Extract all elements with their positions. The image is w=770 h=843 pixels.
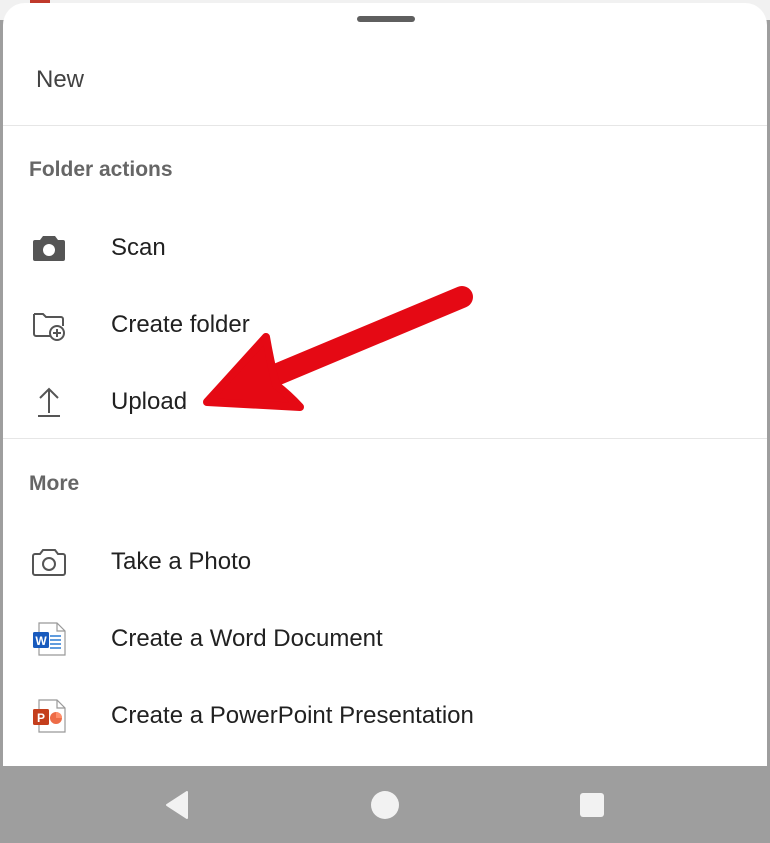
drag-handle[interactable] xyxy=(357,16,415,22)
svg-text:P: P xyxy=(37,711,45,725)
menu-item-create-folder[interactable]: Create folder xyxy=(3,289,767,361)
system-nav-bar xyxy=(0,766,770,843)
powerpoint-icon: P xyxy=(29,696,69,736)
folder-add-icon xyxy=(29,305,69,345)
menu-item-create-powerpoint[interactable]: P Create a PowerPoint Presentation xyxy=(3,680,767,752)
word-doc-icon: W xyxy=(29,619,69,659)
home-button[interactable] xyxy=(370,790,400,820)
recents-square-icon xyxy=(580,793,604,817)
sheet-title: New xyxy=(36,66,85,93)
home-circle-icon xyxy=(371,791,399,819)
menu-item-upload[interactable]: Upload xyxy=(3,366,767,438)
back-triangle-icon xyxy=(166,791,188,819)
menu-item-create-word[interactable]: W Create a Word Document xyxy=(3,603,767,675)
divider xyxy=(3,438,767,439)
menu-item-take-photo[interactable]: Take a Photo xyxy=(3,526,767,598)
camera-filled-icon xyxy=(29,228,69,268)
menu-item-label: Upload xyxy=(111,388,188,415)
menu-item-label: Scan xyxy=(111,234,166,261)
new-bottom-sheet: New Folder actions Scan Create folder Up… xyxy=(3,3,767,766)
svg-text:W: W xyxy=(35,634,47,648)
camera-outline-icon xyxy=(29,542,69,582)
back-button[interactable] xyxy=(163,790,191,820)
recents-button[interactable] xyxy=(579,792,605,818)
menu-item-scan[interactable]: Scan xyxy=(3,212,767,284)
menu-item-label: Create folder xyxy=(111,311,250,338)
menu-item-label: Take a Photo xyxy=(111,548,252,575)
divider xyxy=(3,125,767,126)
upload-icon xyxy=(29,382,69,422)
section-heading-folder-actions: Folder actions xyxy=(29,158,173,181)
section-heading-more: More xyxy=(29,472,80,495)
menu-item-label: Create a Word Document xyxy=(111,625,383,652)
menu-item-label: Create a PowerPoint Presentation xyxy=(111,702,474,729)
